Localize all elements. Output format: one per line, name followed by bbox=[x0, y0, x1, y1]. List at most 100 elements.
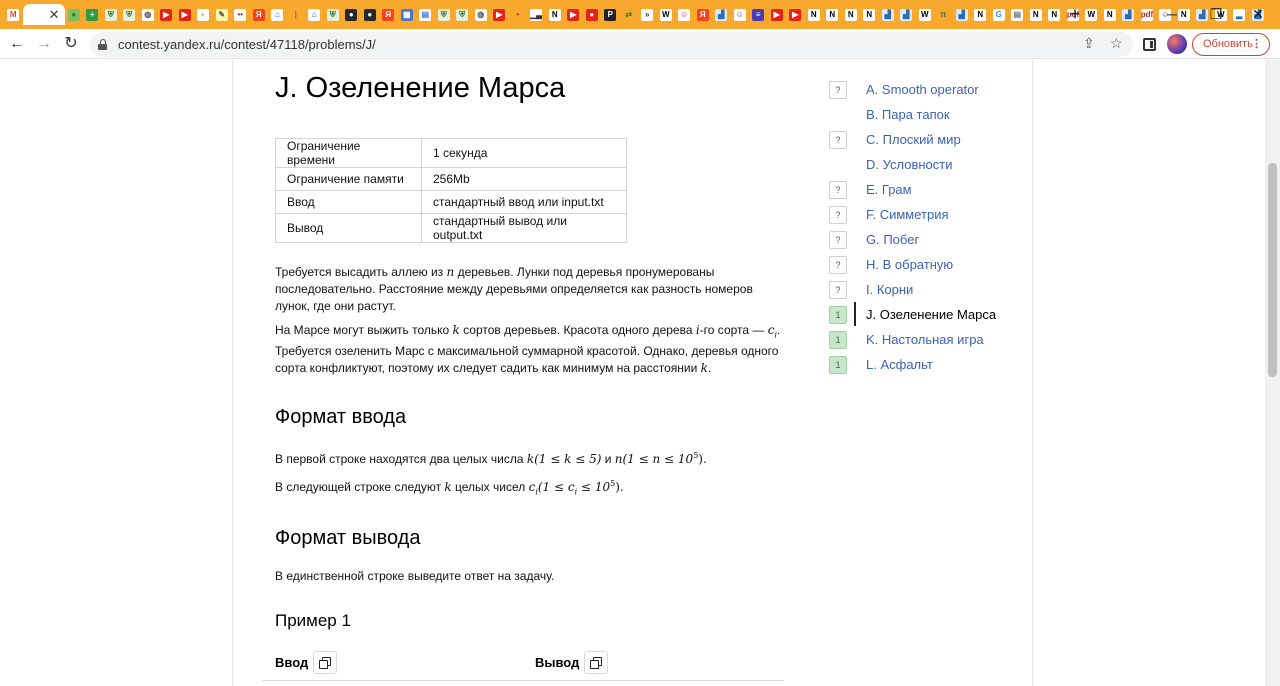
tab[interactable]: ⛨ bbox=[453, 4, 472, 25]
profile-avatar[interactable] bbox=[1167, 34, 1187, 54]
tab[interactable]: N bbox=[971, 4, 990, 25]
bookmark-star-icon[interactable]: ☆ bbox=[1110, 35, 1123, 52]
tab[interactable]: P bbox=[601, 4, 620, 25]
tab[interactable]: ● bbox=[65, 4, 84, 25]
problem-nav-label[interactable]: E. Грам bbox=[866, 182, 912, 197]
tab[interactable]: π bbox=[934, 4, 953, 25]
tab[interactable]: Я bbox=[250, 4, 269, 25]
side-panel-icon[interactable] bbox=[1143, 38, 1156, 51]
tab[interactable]: •• bbox=[231, 4, 250, 25]
problem-nav-item[interactable]: 1 L. Асфальт bbox=[829, 355, 1029, 375]
problem-nav-label[interactable]: C. Плоский мир bbox=[866, 132, 961, 147]
tab[interactable]: ▶ bbox=[176, 4, 195, 25]
tab[interactable]: M bbox=[4, 4, 23, 25]
reload-button[interactable]: ↻ bbox=[60, 33, 82, 55]
tab[interactable]: • bbox=[509, 4, 528, 25]
problem-nav-item[interactable]: B. Пара тапок bbox=[829, 105, 1029, 125]
tab[interactable]: ⛨ bbox=[435, 4, 454, 25]
close-window-button[interactable]: ✕ bbox=[1236, 0, 1280, 28]
tab[interactable]: ◐ bbox=[194, 4, 213, 25]
problem-nav-item[interactable]: ? I. Корни bbox=[829, 280, 1029, 300]
page-scrollbar[interactable] bbox=[1265, 60, 1280, 686]
tab[interactable]: N bbox=[1045, 4, 1064, 25]
tab[interactable]: N bbox=[805, 4, 824, 25]
tab[interactable]: ☺ bbox=[675, 4, 694, 25]
tab[interactable]: N bbox=[823, 4, 842, 25]
tab[interactable]: ⛨ bbox=[120, 4, 139, 25]
problem-nav-label[interactable]: J. Озеленение Марса bbox=[866, 307, 996, 322]
problem-nav-label[interactable]: B. Пара тапок bbox=[866, 107, 950, 122]
address-bar[interactable]: contest.yandex.ru/contest/47118/problems… bbox=[90, 32, 1133, 57]
tab[interactable]: Я bbox=[694, 4, 713, 25]
tab[interactable]: ⛨ bbox=[324, 4, 343, 25]
problem-nav-label[interactable]: A. Smooth operator bbox=[866, 82, 979, 97]
restore-button[interactable]: ❐ bbox=[1194, 0, 1238, 28]
tab[interactable]: N bbox=[842, 4, 861, 25]
tab[interactable]: N bbox=[860, 4, 879, 25]
tab[interactable]: ☺ bbox=[731, 4, 750, 25]
problem-nav-item[interactable]: D. Условности bbox=[829, 155, 1029, 175]
problem-nav-label[interactable]: D. Условности bbox=[866, 157, 953, 172]
tab[interactable]: ▶ bbox=[564, 4, 583, 25]
tab[interactable]: ● bbox=[361, 4, 380, 25]
problem-nav-label[interactable]: F. Симметрия bbox=[866, 207, 949, 222]
lock-icon[interactable] bbox=[98, 39, 107, 50]
tab[interactable]: ▟ bbox=[879, 4, 898, 25]
tab[interactable]: G bbox=[990, 4, 1009, 25]
tab[interactable]: ⛨ bbox=[102, 4, 121, 25]
tab[interactable]: ▤ bbox=[416, 4, 435, 25]
tab[interactable]: ▶ bbox=[786, 4, 805, 25]
tab[interactable]: ▟ bbox=[712, 4, 731, 25]
new-tab-button[interactable]: + bbox=[1066, 3, 1084, 25]
share-icon[interactable]: ⇪ bbox=[1083, 35, 1095, 52]
problem-nav-label[interactable]: G. Побег bbox=[866, 232, 919, 247]
tab[interactable]: W bbox=[916, 4, 935, 25]
problem-nav-label[interactable]: H. В обратную bbox=[866, 257, 953, 272]
tab[interactable]: N bbox=[1027, 4, 1046, 25]
problem-nav-label[interactable]: I. Корни bbox=[866, 282, 913, 297]
tab[interactable]: ▦ bbox=[398, 4, 417, 25]
problem-nav-item[interactable]: ? G. Побег bbox=[829, 230, 1029, 250]
tab[interactable]: ▟ bbox=[1119, 4, 1138, 25]
tab[interactable]: N bbox=[546, 4, 565, 25]
problem-nav-item[interactable]: 1 K. Настольная игра bbox=[829, 330, 1029, 350]
url-text[interactable]: contest.yandex.ru/contest/47118/problems… bbox=[118, 37, 376, 52]
tab[interactable]: W bbox=[1082, 4, 1101, 25]
problem-nav-label[interactable]: L. Асфальт bbox=[866, 357, 933, 372]
tab[interactable]: ● bbox=[583, 4, 602, 25]
tab[interactable]: W bbox=[657, 4, 676, 25]
tab[interactable]: ≡ bbox=[749, 4, 768, 25]
tab[interactable]: ▶ bbox=[157, 4, 176, 25]
problem-nav-item[interactable]: 1 J. Озеленение Марса bbox=[829, 302, 1029, 326]
tab[interactable]: N bbox=[1101, 4, 1120, 25]
tab[interactable]: » bbox=[638, 4, 657, 25]
tab[interactable]: ✎ bbox=[213, 4, 232, 25]
tab[interactable]: ▶ bbox=[768, 4, 787, 25]
tab[interactable]: ⇄ bbox=[620, 4, 639, 25]
tab[interactable]: | bbox=[287, 4, 306, 25]
problem-nav-item[interactable]: ? H. В обратную bbox=[829, 255, 1029, 275]
tab[interactable]: ⌂ bbox=[268, 4, 287, 25]
tab[interactable]: ● bbox=[342, 4, 361, 25]
copy-output-button[interactable] bbox=[584, 651, 608, 674]
tab[interactable]: + bbox=[83, 4, 102, 25]
problem-nav-item[interactable]: ? F. Симметрия bbox=[829, 205, 1029, 225]
update-button[interactable]: Обновить ⋮ bbox=[1192, 33, 1270, 56]
problem-nav-item[interactable]: ? A. Smooth operator bbox=[829, 80, 1029, 100]
close-tab-icon[interactable]: ✕ bbox=[49, 7, 60, 23]
tab[interactable]: ◍ bbox=[139, 4, 158, 25]
tab[interactable]: ▟ bbox=[953, 4, 972, 25]
tab[interactable]: ◍ bbox=[472, 4, 491, 25]
problem-nav-item[interactable]: ? E. Грам bbox=[829, 180, 1029, 200]
scrollbar-thumb[interactable] bbox=[1268, 163, 1277, 377]
forward-button[interactable]: → bbox=[33, 33, 55, 55]
tab[interactable]: ▤ bbox=[1008, 4, 1027, 25]
tab[interactable]: ⌂ bbox=[305, 4, 324, 25]
minimize-button[interactable]: ─ bbox=[1150, 0, 1194, 28]
back-button[interactable]: ← bbox=[6, 33, 28, 55]
tab-active[interactable]: ✕ bbox=[22, 4, 65, 25]
tab[interactable]: ▟ bbox=[897, 4, 916, 25]
problem-nav-item[interactable]: ? C. Плоский мир bbox=[829, 130, 1029, 150]
tab[interactable]: Я bbox=[379, 4, 398, 25]
tab[interactable]: ▁▃ bbox=[527, 4, 546, 25]
